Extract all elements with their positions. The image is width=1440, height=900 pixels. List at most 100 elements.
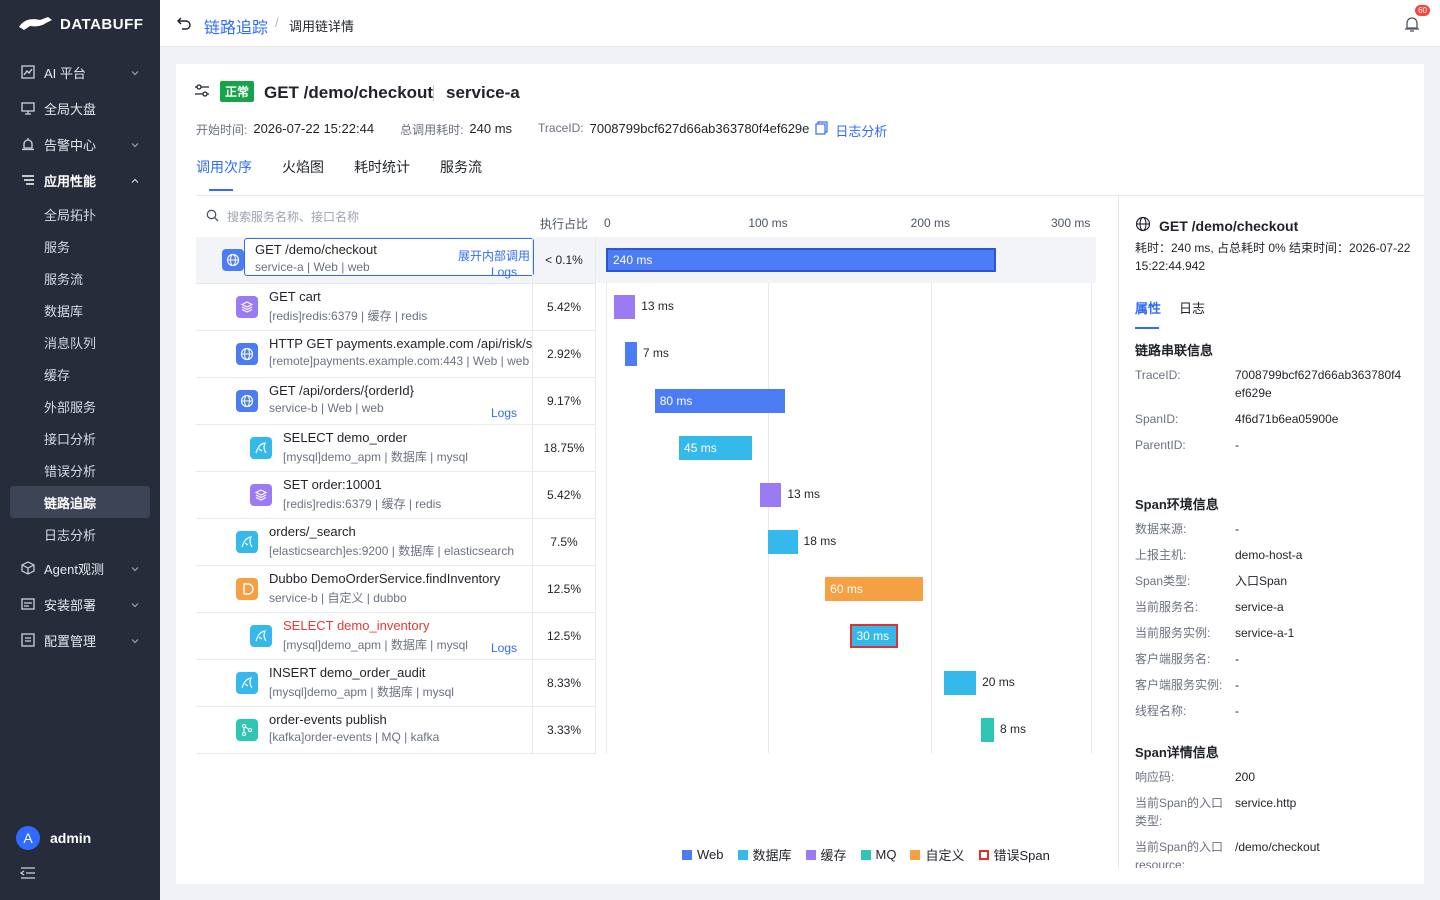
span-bar[interactable] [614,295,636,319]
section-title: Span详情信息 [1135,745,1219,760]
span-row[interactable]: GET cart [redis]redis:6379 | 缓存 | redis 5.… [196,284,1096,331]
span-row[interactable]: SELECT demo_order [mysql]demo_apm | 数据库 |… [196,425,1096,472]
search-input[interactable]: 搜索服务名称、接口名称 [227,208,359,225]
axis-tick-label: 200 ms [910,216,951,230]
back-icon[interactable] [176,15,192,34]
log-analysis-link[interactable]: 日志分析 [835,121,887,140]
span-name[interactable]: Dubbo DemoOrderService.findInventory [269,571,500,586]
sidebar-item-config[interactable]: 配置管理 [0,622,160,658]
sidebar-item-apm[interactable]: 应用性能 [0,162,160,198]
span-search[interactable]: 搜索服务名称、接口名称 [206,208,359,225]
sidebar-item-ai[interactable]: AI 平台 [0,54,160,90]
span-subtitle: [mysql]demo_apm | 数据库 | mysql [269,685,454,699]
span-row[interactable]: orders/_search [elasticsearch]es:9200 | 数… [196,519,1096,566]
span-name[interactable]: SELECT demo_order [283,430,407,445]
span-row[interactable]: order-events publish [kafka]order-events … [196,707,1096,754]
sidebar-item-alerts[interactable]: 告警中心 [0,126,160,162]
tab-attributes[interactable]: 属性 [1135,298,1161,329]
sidebar-subitem[interactable]: 服务 [10,230,150,262]
attribute-value: 7008799bcf627d66ab363780f4ef629e [1235,368,1402,400]
span-row[interactable]: GET /api/orders/{orderId} service-b | Web… [196,378,1096,425]
span-row[interactable]: Dubbo DemoOrderService.findInventory serv… [196,566,1096,613]
logs-link[interactable]: Logs [491,406,517,420]
span-name[interactable]: HTTP GET payments.example.com /api/risk/… [269,336,532,351]
sidebar-item-install[interactable]: 安装部署 [0,586,160,622]
sidebar: DATABUFF AI 平台 全局大盘 告警中心 应用性能 全局拓扑 服务 服务流数… [0,0,160,900]
span-name[interactable]: GET /api/orders/{orderId} [269,383,414,398]
logs-link[interactable]: Logs [491,265,517,279]
sidebar-subitem[interactable]: 日志分析 [10,518,150,550]
span-bar[interactable] [625,342,637,366]
span-name[interactable]: GET /demo/checkout [255,242,377,257]
span-detail-title: GET /demo/checkout [1135,216,1298,235]
span-bar[interactable]: 30 ms [849,624,899,648]
database-icon [236,672,258,694]
sidebar-subitem[interactable]: 服务流 [10,262,150,294]
sidebar-subitem[interactable]: 缓存 [10,358,150,390]
sidebar-item-dashboard[interactable]: 全局大盘 [0,90,160,126]
span-bar-label: 80 ms [659,394,693,408]
sidebar-item-agent[interactable]: Agent观测 [0,550,160,586]
span-bar-label: 240 ms [613,253,653,267]
user-profile[interactable]: A admin [16,826,91,850]
span-name[interactable]: order-events publish [269,712,387,727]
sidebar-subitem[interactable]: 链路追踪 [10,486,150,518]
span-name[interactable]: GET cart [269,289,321,304]
attribute-key: TraceID: [1135,368,1181,382]
axis-tick-label: 0 [604,216,611,230]
span-bar[interactable]: 60 ms [825,577,923,601]
span-name[interactable]: orders/_search [269,524,356,539]
legend-item[interactable]: 错误Span [978,845,1050,864]
span-bar-label: 60 ms [830,582,863,596]
span-ratio: 2.92% [532,331,596,377]
sidebar-subitem[interactable]: 消息队列 [10,326,150,358]
legend-label: 缓存 [820,848,847,863]
copy-icon[interactable] [815,121,829,140]
sidebar-subitem[interactable]: 外部服务 [10,390,150,422]
collapse-sidebar-icon[interactable] [19,866,36,883]
span-name[interactable]: SELECT demo_inventory [283,618,429,633]
filter-icon[interactable] [194,83,210,102]
legend-item[interactable]: 数据库 [737,845,792,864]
legend-item[interactable]: 自定义 [910,845,965,864]
brand-logo[interactable]: DATABUFF [18,12,143,36]
logs-link[interactable]: Logs [491,641,517,655]
tab-call-order[interactable]: 调用次序 [196,157,252,191]
breadcrumb-main[interactable]: 链路追踪 [204,14,268,38]
sidebar-subitem[interactable]: 全局拓扑 [10,198,150,230]
span-bar[interactable]: 45 ms [679,436,753,460]
span-row[interactable]: GET /demo/checkout service-a | Web | web 展… [196,237,1096,284]
span-bar[interactable] [768,530,798,554]
span-bar[interactable] [980,718,994,742]
sidebar-subitem[interactable]: 错误分析 [10,454,150,486]
span-row[interactable]: SELECT demo_inventory [mysql]demo_apm | 数… [196,613,1096,660]
tab-duration-stats[interactable]: 耗时统计 [354,157,410,191]
chevron-up-icon [130,174,140,189]
legend-item[interactable]: 缓存 [805,845,847,864]
sidebar-subitem[interactable]: 接口分析 [10,422,150,454]
tab-service-flow[interactable]: 服务流 [440,157,482,191]
database-icon [250,437,272,459]
span-name[interactable]: SET order:10001 [283,477,382,492]
legend-item[interactable]: MQ [860,845,896,864]
span-bar[interactable] [760,483,782,507]
attribute-key: ParentID: [1135,438,1186,452]
span-name[interactable]: INSERT demo_order_audit [269,665,425,680]
expand-internal-calls-button[interactable]: 展开内部调用 [458,247,530,264]
span-row[interactable]: INSERT demo_order_audit [mysql]demo_apm |… [196,660,1096,707]
tab-logs[interactable]: 日志 [1179,298,1205,329]
section-title: Span环境信息 [1135,497,1219,512]
legend-item[interactable]: Web [682,845,724,864]
span-ratio: 8.33% [532,660,596,706]
span-row[interactable]: HTTP GET payments.example.com /api/risk/… [196,331,1096,378]
span-subtitle: [kafka]order-events | MQ | kafka [269,730,440,744]
span-bar[interactable] [943,671,977,695]
span-subtitle: [mysql]demo_apm | 数据库 | mysql [283,638,468,652]
span-row[interactable]: SET order:10001 [redis]redis:6379 | 缓存 | … [196,472,1096,519]
span-bar[interactable]: 240 ms [606,248,996,272]
attribute-value: demo-host-a [1235,548,1303,562]
sidebar-subitem[interactable]: 数据库 [10,294,150,326]
span-bar[interactable]: 80 ms [654,389,785,413]
bell-icon[interactable] [1404,15,1420,36]
tab-flame-graph[interactable]: 火焰图 [282,157,324,191]
